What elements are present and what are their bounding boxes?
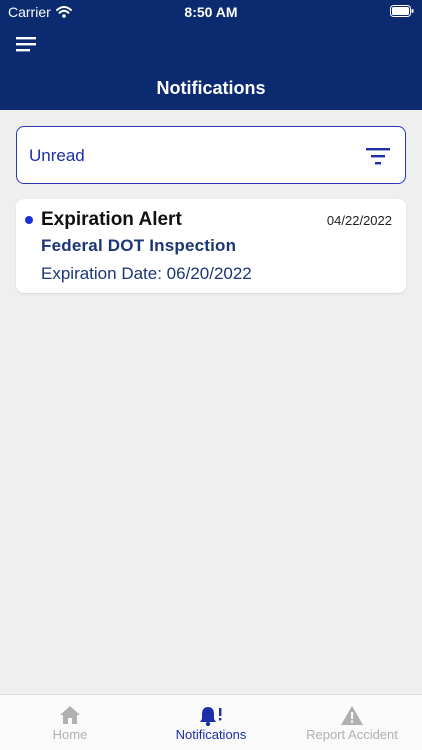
unread-indicator xyxy=(25,216,33,224)
notification-subtitle: Federal DOT Inspection xyxy=(41,236,237,255)
filter-selected-value: Unread xyxy=(29,146,85,165)
notification-title: Expiration Alert xyxy=(41,209,182,230)
clock: 8:50 AM xyxy=(184,4,238,20)
battery-icon xyxy=(390,5,414,17)
status-bar: Carrier 8:50 AM xyxy=(0,0,422,24)
bell-icon xyxy=(200,707,222,727)
notification-date: 04/22/2022 xyxy=(326,213,392,228)
tab-notifications[interactable]: Notifications xyxy=(141,695,281,750)
notification-card[interactable]: Expiration Alert 04/22/2022 Federal DOT … xyxy=(16,199,406,293)
tab-report-accident[interactable]: Report Accident xyxy=(282,695,422,750)
notification-filter-dropdown[interactable]: Unread xyxy=(16,126,406,184)
hamburger-menu-icon[interactable] xyxy=(16,34,40,54)
app-header: Carrier 8:50 AM Notifications xyxy=(0,0,422,110)
filter-icon[interactable] xyxy=(365,146,391,166)
tab-report-accident-label: Report Accident xyxy=(306,727,398,742)
tab-home-label: Home xyxy=(52,727,88,742)
warning-icon xyxy=(341,706,363,725)
page-title: Notifications xyxy=(156,78,266,98)
notification-detail: Expiration Date: 06/20/2022 xyxy=(41,264,252,283)
tab-bar: Home Notifications Report Accident xyxy=(0,694,422,750)
tab-notifications-label: Notifications xyxy=(175,727,247,742)
tab-home[interactable]: Home xyxy=(0,695,140,750)
home-icon xyxy=(60,706,80,724)
